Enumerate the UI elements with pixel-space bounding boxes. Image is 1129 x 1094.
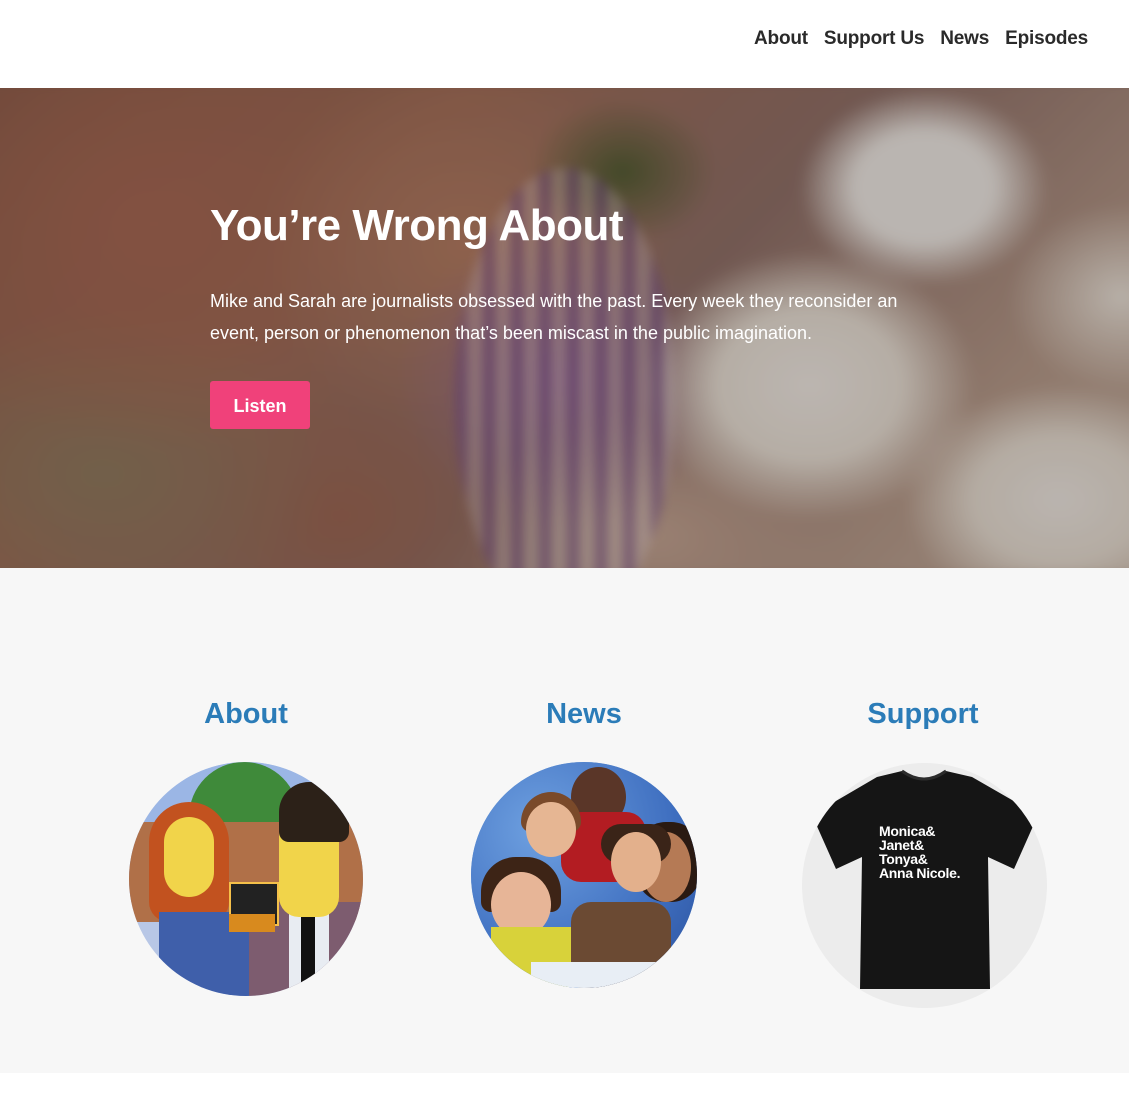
news-image-laptop bbox=[531, 962, 661, 988]
tshirt-line: Janet& bbox=[879, 837, 924, 853]
feature-title-support[interactable]: Support bbox=[773, 696, 1073, 732]
news-image-person bbox=[526, 802, 576, 857]
nav-item-news[interactable]: News bbox=[940, 28, 989, 50]
news-image-person bbox=[611, 832, 661, 892]
hero-title: You’re Wrong About bbox=[210, 201, 624, 250]
support-image[interactable]: Monica& Janet& Tonya& Anna Nicole. bbox=[802, 763, 1047, 1008]
nav-item-about[interactable]: About bbox=[754, 28, 808, 50]
tshirt-line: Tonya& bbox=[879, 851, 928, 867]
nav-item-episodes[interactable]: Episodes bbox=[1005, 28, 1088, 50]
tshirt-line: Monica& bbox=[879, 823, 936, 839]
hero-content: You’re Wrong About Mike and Sarah are jo… bbox=[210, 200, 970, 429]
hero-description: Mike and Sarah are journalists obsessed … bbox=[210, 291, 898, 343]
page-bottom-strip bbox=[0, 1073, 1129, 1094]
main-nav: About Support Us News Episodes bbox=[754, 28, 1088, 50]
news-image[interactable] bbox=[471, 762, 697, 988]
about-image[interactable] bbox=[129, 762, 363, 996]
tshirt-icon bbox=[812, 769, 1038, 989]
about-image-badge-card bbox=[229, 914, 275, 932]
about-image-man-hair bbox=[279, 782, 349, 842]
tshirt-line: Anna Nicole. bbox=[879, 865, 961, 881]
tshirt-print: Monica& Janet& Tonya& Anna Nicole. bbox=[879, 823, 961, 881]
about-image-tie bbox=[301, 907, 315, 987]
listen-button[interactable]: Listen bbox=[210, 381, 310, 429]
site-header: About Support Us News Episodes bbox=[0, 0, 1129, 88]
hero-section: You’re Wrong About Mike and Sarah are jo… bbox=[0, 88, 1129, 568]
nav-item-support-us[interactable]: Support Us bbox=[824, 28, 925, 50]
feature-title-news[interactable]: News bbox=[434, 696, 734, 732]
feature-title-about[interactable]: About bbox=[96, 696, 396, 732]
about-image-woman-face bbox=[164, 817, 214, 897]
